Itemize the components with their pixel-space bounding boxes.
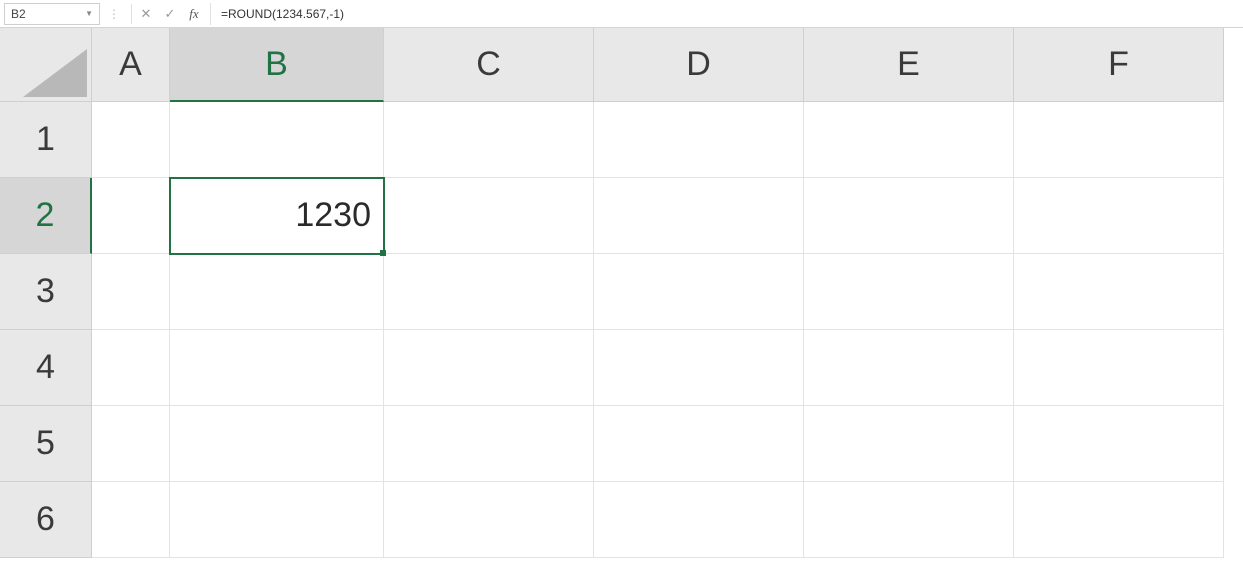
formula-bar: B2 ▼ ⋮ ✕ ✓ fx bbox=[0, 0, 1243, 28]
cell-A3[interactable] bbox=[92, 254, 170, 330]
formula-input[interactable] bbox=[210, 3, 1239, 25]
cell-B4[interactable] bbox=[170, 330, 384, 406]
cell-E5[interactable] bbox=[804, 406, 1014, 482]
name-box[interactable]: B2 ▼ bbox=[4, 3, 100, 25]
cell-B3[interactable] bbox=[170, 254, 384, 330]
cell-F3[interactable] bbox=[1014, 254, 1224, 330]
cell-A4[interactable] bbox=[92, 330, 170, 406]
cell-D4[interactable] bbox=[594, 330, 804, 406]
row-6: 6 bbox=[0, 482, 1243, 558]
cell-D3[interactable] bbox=[594, 254, 804, 330]
cell-C6[interactable] bbox=[384, 482, 594, 558]
cell-F2[interactable] bbox=[1014, 178, 1224, 254]
row-header-5[interactable]: 5 bbox=[0, 406, 92, 482]
cell-E3[interactable] bbox=[804, 254, 1014, 330]
divider-icon: ⋮ bbox=[100, 7, 129, 21]
check-icon: ✓ bbox=[165, 6, 176, 22]
cell-A5[interactable] bbox=[92, 406, 170, 482]
fx-icon: fx bbox=[189, 6, 198, 22]
enter-button[interactable]: ✓ bbox=[158, 3, 182, 25]
row-4: 4 bbox=[0, 330, 1243, 406]
fill-handle[interactable] bbox=[380, 250, 386, 256]
cell-C4[interactable] bbox=[384, 330, 594, 406]
insert-function-button[interactable]: fx bbox=[182, 3, 206, 25]
cancel-button[interactable]: ✕ bbox=[134, 3, 158, 25]
select-all-corner[interactable] bbox=[0, 28, 92, 102]
cell-E2[interactable] bbox=[804, 178, 1014, 254]
cell-C3[interactable] bbox=[384, 254, 594, 330]
cell-B1[interactable] bbox=[170, 102, 384, 178]
row-header-3[interactable]: 3 bbox=[0, 254, 92, 330]
column-header-F[interactable]: F bbox=[1014, 28, 1224, 102]
chevron-down-icon[interactable]: ▼ bbox=[85, 9, 93, 18]
cell-D2[interactable] bbox=[594, 178, 804, 254]
column-header-C[interactable]: C bbox=[384, 28, 594, 102]
cell-C2[interactable] bbox=[384, 178, 594, 254]
column-header-D[interactable]: D bbox=[594, 28, 804, 102]
cell-C1[interactable] bbox=[384, 102, 594, 178]
cell-F4[interactable] bbox=[1014, 330, 1224, 406]
spreadsheet-grid: A B C D E F 1 2 1230 3 4 bbox=[0, 28, 1243, 558]
close-icon: ✕ bbox=[141, 6, 152, 22]
cell-D1[interactable] bbox=[594, 102, 804, 178]
row-header-6[interactable]: 6 bbox=[0, 482, 92, 558]
cell-A2[interactable] bbox=[92, 178, 170, 254]
cell-C5[interactable] bbox=[384, 406, 594, 482]
row-5: 5 bbox=[0, 406, 1243, 482]
divider bbox=[131, 4, 132, 24]
cell-F1[interactable] bbox=[1014, 102, 1224, 178]
row-header-4[interactable]: 4 bbox=[0, 330, 92, 406]
row-2: 2 1230 bbox=[0, 178, 1243, 254]
cell-A6[interactable] bbox=[92, 482, 170, 558]
cell-E4[interactable] bbox=[804, 330, 1014, 406]
cell-E1[interactable] bbox=[804, 102, 1014, 178]
row-1: 1 bbox=[0, 102, 1243, 178]
column-header-E[interactable]: E bbox=[804, 28, 1014, 102]
select-all-triangle-icon bbox=[23, 49, 87, 97]
cell-value: 1230 bbox=[295, 196, 371, 235]
cell-E6[interactable] bbox=[804, 482, 1014, 558]
column-header-B[interactable]: B bbox=[170, 28, 384, 102]
column-header-A[interactable]: A bbox=[92, 28, 170, 102]
cell-F5[interactable] bbox=[1014, 406, 1224, 482]
cell-B2[interactable]: 1230 bbox=[170, 178, 384, 254]
cell-D5[interactable] bbox=[594, 406, 804, 482]
cell-B6[interactable] bbox=[170, 482, 384, 558]
cell-D6[interactable] bbox=[594, 482, 804, 558]
row-header-1[interactable]: 1 bbox=[0, 102, 92, 178]
cell-B5[interactable] bbox=[170, 406, 384, 482]
column-headers: A B C D E F bbox=[0, 28, 1243, 102]
row-header-2[interactable]: 2 bbox=[0, 178, 92, 254]
cell-A1[interactable] bbox=[92, 102, 170, 178]
name-box-value: B2 bbox=[11, 7, 26, 21]
row-3: 3 bbox=[0, 254, 1243, 330]
cell-F6[interactable] bbox=[1014, 482, 1224, 558]
